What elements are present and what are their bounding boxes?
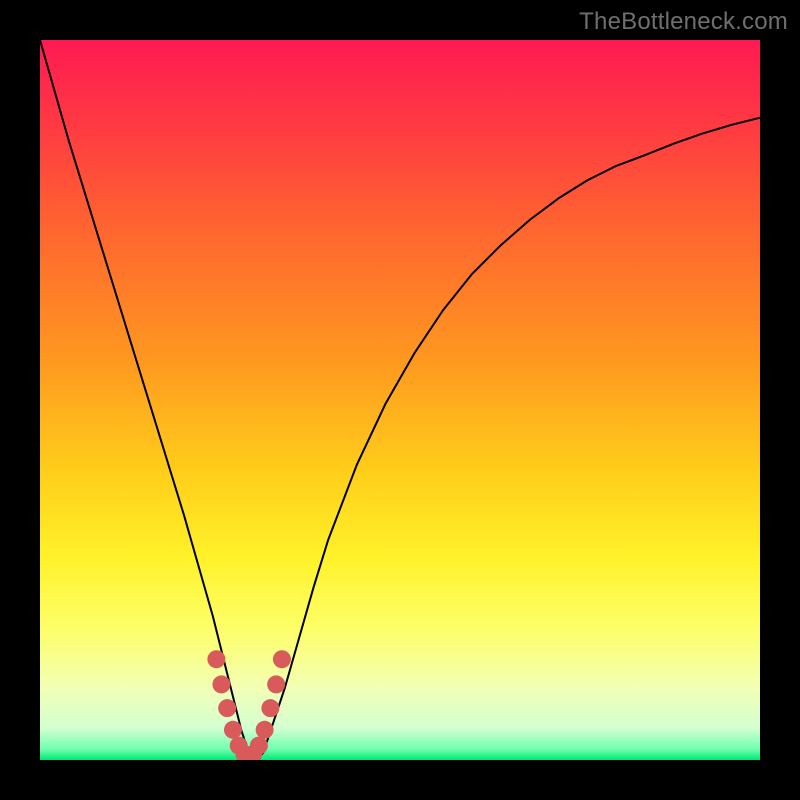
marker-dot <box>261 699 279 717</box>
marker-dot <box>267 675 285 693</box>
chart-frame: TheBottleneck.com <box>0 0 800 800</box>
chart-canvas <box>40 40 760 760</box>
marker-dot <box>224 721 242 739</box>
marker-dot <box>256 721 274 739</box>
marker-dot <box>273 650 291 668</box>
marker-dot <box>218 699 236 717</box>
marker-dot <box>212 675 230 693</box>
marker-dot <box>250 737 268 755</box>
plot-area <box>40 40 760 760</box>
watermark-text: TheBottleneck.com <box>579 8 788 36</box>
marker-dot <box>207 650 225 668</box>
